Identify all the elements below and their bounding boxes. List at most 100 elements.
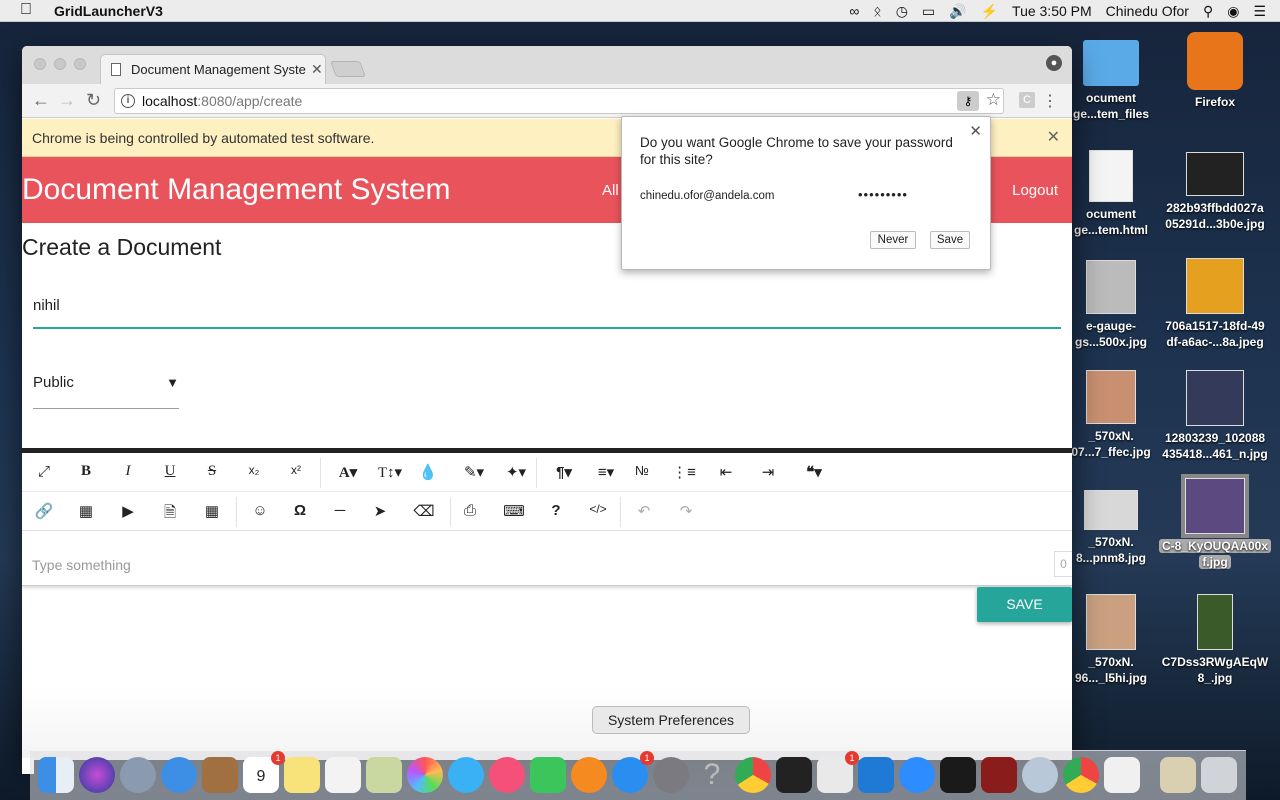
new-tab-button[interactable] — [330, 61, 366, 77]
minimize-window-button[interactable] — [54, 58, 66, 70]
airplay-icon[interactable]: ▭ — [922, 3, 935, 20]
facetime-icon[interactable] — [530, 757, 566, 793]
bold-icon[interactable]: B — [72, 463, 100, 480]
siri-icon[interactable]: ◉ — [1227, 3, 1239, 20]
select-all-icon[interactable]: ➤ — [366, 502, 394, 520]
menu-kebab-icon[interactable]: ⋮ — [1042, 91, 1058, 111]
notes-icon[interactable] — [284, 757, 320, 793]
video-icon[interactable]: ▶ — [114, 502, 142, 520]
postgres-icon[interactable] — [1022, 757, 1058, 793]
close-infobar-icon[interactable]: ✕ — [1047, 119, 1060, 157]
font-size-icon[interactable]: T↕▾ — [372, 463, 408, 482]
close-bubble-icon[interactable]: ✕ — [969, 122, 982, 140]
safari-icon[interactable] — [161, 757, 197, 793]
volume-icon[interactable]: 🔊 — [949, 3, 966, 20]
paint-brush-icon[interactable]: ✎▾ — [456, 463, 492, 481]
zoom-window-button[interactable] — [74, 58, 86, 70]
save-password-button[interactable]: Save — [930, 231, 970, 249]
subscript-icon[interactable]: x₂ — [240, 463, 268, 477]
clear-formatting-icon[interactable]: ⌫ — [410, 502, 438, 520]
never-button[interactable]: Never — [870, 231, 916, 249]
ibooks-icon[interactable] — [571, 757, 607, 793]
undo-icon[interactable]: ↶ — [630, 502, 658, 520]
profile-icon[interactable]: ● — [1046, 55, 1062, 71]
search-icon[interactable]: ⚲ — [1203, 3, 1213, 20]
extension-icon[interactable]: C — [1019, 92, 1035, 108]
vscode-icon[interactable] — [858, 757, 894, 793]
finder-icon[interactable] — [38, 757, 74, 793]
activity-monitor-icon[interactable] — [940, 757, 976, 793]
underline-icon[interactable]: U — [156, 463, 184, 480]
bookmark-star-icon[interactable]: ☆ — [986, 90, 1001, 110]
italic-icon[interactable]: I — [114, 463, 142, 480]
logout-link[interactable]: Logout — [1012, 182, 1058, 199]
desktop-image-file[interactable]: _570xN. 96..._l5hi.jpg — [1066, 594, 1156, 686]
photos-icon[interactable] — [407, 757, 443, 793]
quote-icon[interactable]: ❝▾ — [796, 463, 832, 481]
calendar-icon[interactable]: 9 1 — [243, 751, 285, 793]
bubble-password[interactable]: ••••••••• — [858, 187, 908, 202]
desktop-image-file-selected[interactable]: C-8_KyOUQAA00x f.jpg — [1156, 474, 1274, 570]
bluetooth-icon[interactable]: ᛟ — [873, 3, 881, 19]
indent-icon[interactable]: ⇥ — [754, 463, 782, 481]
font-family-icon[interactable]: A▾ — [330, 463, 366, 482]
emoticon-icon[interactable]: ☺ — [246, 502, 274, 519]
forward-icon[interactable]: → — [58, 90, 76, 111]
align-icon[interactable]: ≡▾ — [588, 463, 624, 481]
menubar-clock[interactable]: Tue 3:50 PM — [1012, 3, 1092, 19]
nav-all-link[interactable]: All — [602, 182, 619, 199]
list-icon[interactable]: ☰ — [1253, 3, 1266, 20]
redo-icon[interactable]: ↷ — [672, 502, 700, 520]
app-name-menu[interactable]: GridLauncherV3 — [54, 3, 163, 19]
horizontal-line-icon[interactable]: ─ — [326, 502, 354, 519]
help-icon[interactable]: ? — [542, 502, 570, 519]
desktop-image-file[interactable]: 282b93ffbdd027a 05291d...3b0e.jpg — [1160, 152, 1270, 232]
key-icon[interactable]: ⚷ — [957, 91, 979, 111]
itunes-icon[interactable] — [489, 757, 525, 793]
close-tab-icon[interactable]: ✕ — [311, 61, 323, 78]
desktop-image-file[interactable]: _570xN. 07...7_ffec.jpg — [1066, 370, 1156, 460]
desktop-image-file[interactable]: _570xN. 8...pnm8.jpg — [1066, 490, 1156, 566]
color-drop-icon[interactable]: 💧 — [414, 463, 442, 481]
desktop-html-file-icon[interactable]: ocument ge...tem.html — [1066, 150, 1156, 238]
fullscreen-icon[interactable]: ⤢ — [30, 463, 58, 480]
siri-dock-icon[interactable] — [79, 757, 115, 793]
magic-wand-icon[interactable]: ✦▾ — [498, 463, 534, 481]
chrome-icon[interactable] — [735, 757, 771, 793]
app-store-icon[interactable]: 1 — [612, 751, 654, 793]
desktop-firefox-icon[interactable]: Firefox — [1170, 32, 1260, 110]
maps-icon[interactable] — [366, 757, 402, 793]
desktop-image-file[interactable]: 12803239_102088 435418...461_n.jpg — [1160, 370, 1270, 462]
desktop-folder-icon[interactable]: ocument ge...tem_files — [1066, 40, 1156, 122]
menubar-user[interactable]: Chinedu Ofor — [1106, 3, 1189, 19]
terminal-icon[interactable] — [776, 757, 812, 793]
zoom-icon[interactable] — [899, 757, 935, 793]
desktop-image-file[interactable]: e-gauge- gs...500x.jpg — [1066, 260, 1156, 350]
strikethrough-icon[interactable]: S — [198, 463, 226, 480]
title-input[interactable]: nihil — [33, 289, 1061, 329]
downloads-stack-icon[interactable] — [1160, 757, 1196, 793]
image-icon[interactable]: ▦ — [72, 502, 100, 520]
special-characters-icon[interactable]: Ω — [286, 502, 314, 519]
address-bar[interactable]: i localhost:8080/app/create ⚷ ☆ — [114, 88, 1004, 114]
info-icon[interactable]: i — [121, 94, 135, 108]
brand-title[interactable]: Document Management System — [22, 173, 451, 207]
slack-icon[interactable]: 1 — [817, 751, 859, 793]
close-window-button[interactable] — [34, 58, 46, 70]
code-view-icon[interactable]: </> — [584, 502, 612, 516]
wifi-icon[interactable]: ◷ — [896, 3, 908, 20]
messages-icon[interactable] — [448, 757, 484, 793]
launchpad-icon[interactable] — [120, 757, 156, 793]
browser-tab[interactable]: Document Management Syste ✕ — [100, 54, 326, 84]
file-icon[interactable]: 🗎 — [156, 502, 184, 527]
superscript-icon[interactable]: x² — [282, 463, 310, 477]
system-preferences-icon[interactable] — [653, 757, 689, 793]
save-button[interactable]: SAVE — [977, 587, 1072, 622]
contacts-icon[interactable] — [202, 757, 238, 793]
link-icon[interactable]: 🔗 — [30, 502, 58, 520]
reminders-icon[interactable] — [325, 757, 361, 793]
ordered-list-icon[interactable]: № — [628, 463, 656, 478]
keyboard-icon[interactable]: ⌨ — [500, 502, 528, 520]
print-icon[interactable]: ⎙ — [456, 502, 484, 519]
dictionary-icon[interactable] — [981, 757, 1017, 793]
